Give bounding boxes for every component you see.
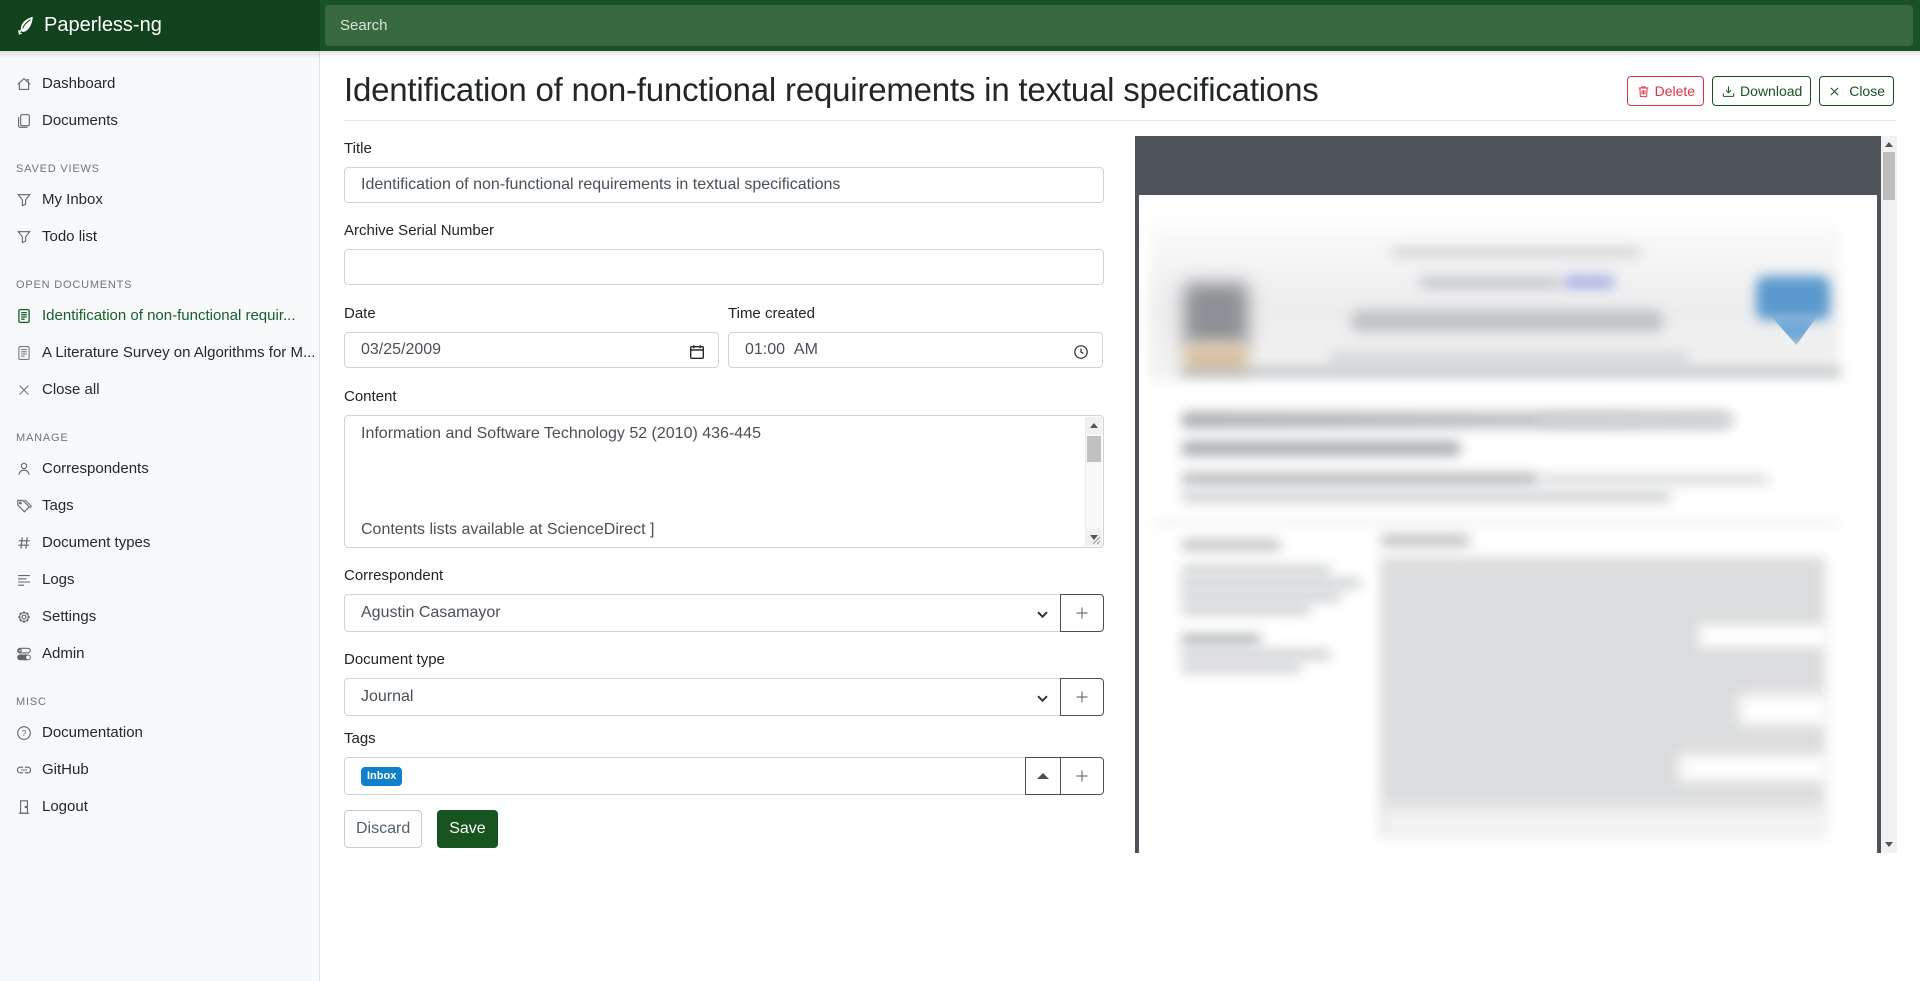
svg-text:?: ? bbox=[22, 728, 27, 738]
